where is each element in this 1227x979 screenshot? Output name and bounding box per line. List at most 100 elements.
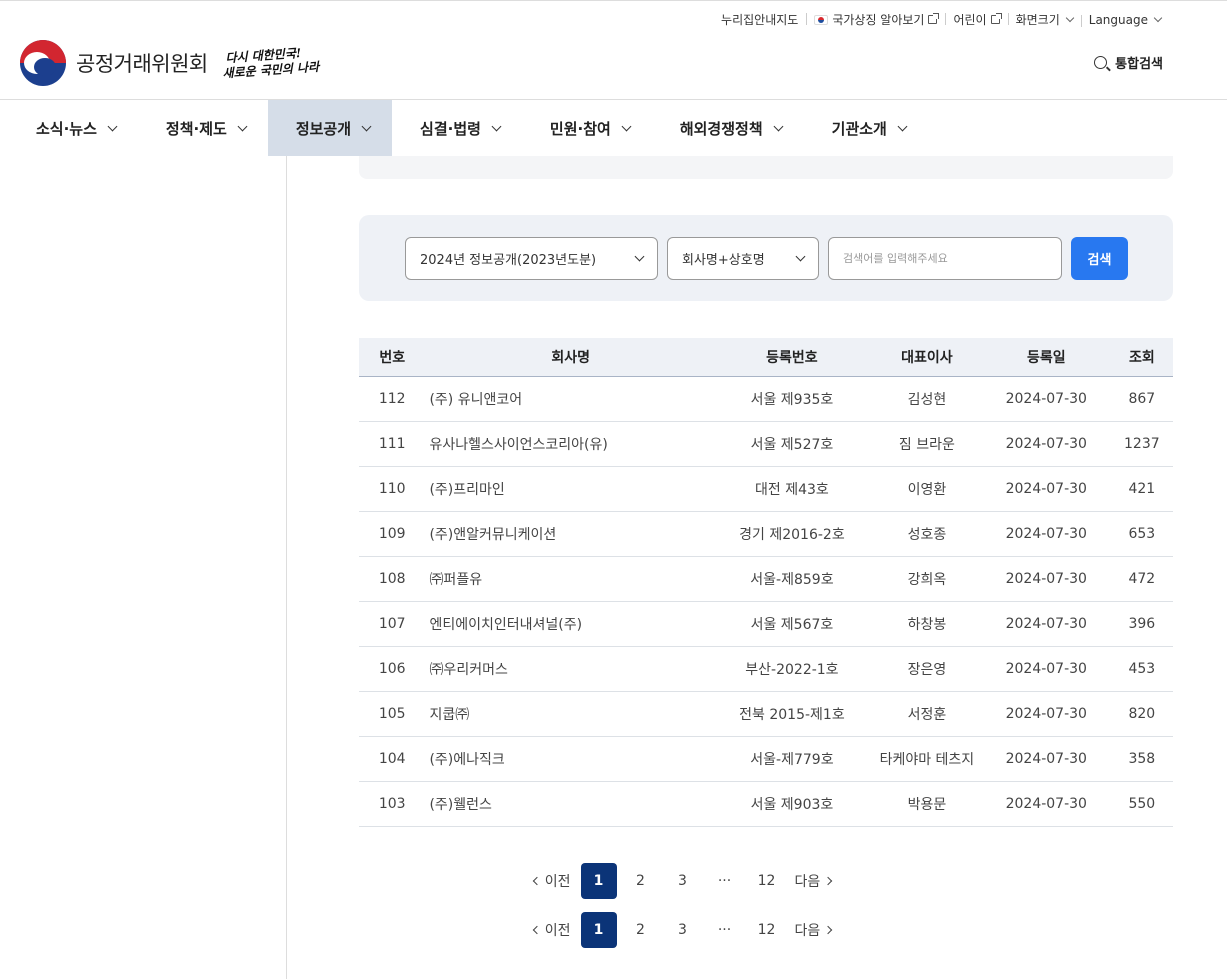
registration-number: 대전 제43호 <box>711 466 872 512</box>
org-name: 공정거래위원회 <box>76 52 208 76</box>
company-name-link[interactable]: 유사나헬스사이언스코리아(유) <box>425 421 712 467</box>
table-row[interactable]: 108 ㈜퍼플유 서울-제859호 강희옥 2024-07-30 472 <box>359 556 1173 602</box>
font-size-dropdown[interactable]: 화면크기 <box>1007 11 1081 28</box>
next-page-button[interactable]: 다음 <box>791 863 836 899</box>
ceo-name: 하창봉 <box>871 601 982 647</box>
registration-number: 서울 제903호 <box>711 781 872 827</box>
external-link-icon <box>928 13 940 24</box>
row-number: 107 <box>359 601 426 647</box>
company-name-link[interactable]: (주)웰런스 <box>425 781 712 827</box>
language-dropdown[interactable]: Language <box>1080 13 1169 27</box>
slogan: 다시 대한민국! 새로운 국민의 나라 <box>221 45 320 81</box>
site-logo[interactable]: 공정거래위원회 다시 대한민국! 새로운 국민의 나라 <box>20 40 320 86</box>
kids-link[interactable]: 어린이 <box>945 11 1007 28</box>
page-button[interactable]: 12 <box>749 863 785 899</box>
table-row[interactable]: 106 ㈜우리커머스 부산-2022-1호 장은영 2024-07-30 453 <box>359 646 1173 692</box>
view-count: 1237 <box>1110 421 1173 467</box>
registration-date: 2024-07-30 <box>981 376 1111 422</box>
external-link-icon <box>990 13 1002 24</box>
company-name-link[interactable]: (주)앤알커뮤니케이션 <box>425 511 712 557</box>
table-row[interactable]: 112 (주) 유니앤코어 서울 제935호 김성현 2024-07-30 867 <box>359 376 1173 422</box>
row-number: 105 <box>359 691 426 737</box>
sitemap-link[interactable]: 누리집안내지도 <box>713 11 806 28</box>
chevron-left-icon <box>532 925 541 935</box>
prev-page-button[interactable]: 이전 <box>530 863 575 899</box>
nav-civil[interactable]: 민원·참여 <box>522 100 652 156</box>
table-row[interactable]: 111 유사나헬스사이언스코리아(유) 서울 제527호 짐 브라운 2024-07-3… <box>359 421 1173 467</box>
company-name-link[interactable]: (주)에나직크 <box>425 736 712 782</box>
view-count: 358 <box>1110 736 1173 782</box>
view-count: 453 <box>1110 646 1173 692</box>
nav-policy[interactable]: 정책·제도 <box>138 100 268 156</box>
registration-date: 2024-07-30 <box>981 511 1111 557</box>
registration-date: 2024-07-30 <box>981 781 1111 827</box>
view-count: 396 <box>1110 601 1173 647</box>
registration-date: 2024-07-30 <box>981 421 1111 467</box>
ceo-name: 강희옥 <box>871 556 982 602</box>
registration-number: 서울-제779호 <box>711 736 872 782</box>
prev-page-button[interactable]: 이전 <box>530 912 575 948</box>
chevron-down-icon <box>621 121 632 131</box>
page-ellipsis: ··· <box>717 873 732 889</box>
col-ceo: 대표이사 <box>871 338 982 377</box>
table-row[interactable]: 109 (주)앤알커뮤니케이션 경기 제2016-2호 성호종 2024-07-30 65… <box>359 511 1173 557</box>
ceo-name: 김성현 <box>871 376 982 422</box>
nav-news[interactable]: 소식·뉴스 <box>0 100 138 156</box>
year-select[interactable]: 2024년 정보공개(2023년도분) <box>405 237 658 280</box>
search-input[interactable] <box>828 237 1062 280</box>
search-button[interactable]: 검색 <box>1071 237 1128 280</box>
view-count: 653 <box>1110 511 1173 557</box>
ceo-name: 성호종 <box>871 511 982 557</box>
ceo-name: 박용문 <box>871 781 982 827</box>
row-number: 108 <box>359 556 426 602</box>
nav-disclosure[interactable]: 정보공개 <box>267 100 393 156</box>
chevron-right-icon <box>824 925 833 935</box>
national-symbols-link[interactable]: 국가상징 알아보기 <box>806 11 945 28</box>
table-row[interactable]: 105 지쿱㈜ 전북 2015-제1호 서정훈 2024-07-30 820 <box>359 691 1173 737</box>
registration-date: 2024-07-30 <box>981 646 1111 692</box>
registration-date: 2024-07-30 <box>981 601 1111 647</box>
table-row[interactable]: 103 (주)웰런스 서울 제903호 박용문 2024-07-30 550 <box>359 781 1173 827</box>
search-icon <box>1094 56 1108 69</box>
chevron-down-icon <box>491 121 502 131</box>
ceo-name: 타케야마 테츠지 <box>871 736 982 782</box>
page-button[interactable]: 2 <box>623 863 659 899</box>
registration-number: 서울 제527호 <box>711 421 872 467</box>
page-button[interactable]: 2 <box>623 912 659 948</box>
table-row[interactable]: 107 엔티에이치인터내셔널(주) 서울 제567호 하창봉 2024-07-30 396 <box>359 601 1173 647</box>
table-row[interactable]: 104 (주)에나직크 서울-제779호 타케야마 테츠지 2024-07-30 358 <box>359 736 1173 782</box>
integrated-search-button[interactable]: 통합검색 <box>1094 53 1163 72</box>
chevron-down-icon <box>237 121 248 131</box>
search-field-select[interactable]: 회사명+상호명 <box>667 237 819 280</box>
page-button[interactable]: 12 <box>749 912 785 948</box>
registration-number: 서울 제935호 <box>711 376 872 422</box>
chevron-down-icon <box>1153 13 1163 23</box>
company-name-link[interactable]: 엔티에이치인터내셔널(주) <box>425 601 712 647</box>
company-name-link[interactable]: (주) 유니앤코어 <box>425 376 712 422</box>
ceo-name: 서정훈 <box>871 691 982 737</box>
row-number: 103 <box>359 781 426 827</box>
pagination: 이전 1 2 3 ··· 12 다음 <box>0 863 1227 899</box>
page-button-current[interactable]: 1 <box>580 863 617 899</box>
page-button-current[interactable]: 1 <box>580 912 617 948</box>
col-registration: 등록번호 <box>711 338 872 377</box>
nav-about[interactable]: 기관소개 <box>804 100 928 156</box>
registration-number: 경기 제2016-2호 <box>711 511 872 557</box>
view-count: 820 <box>1110 691 1173 737</box>
page-ellipsis: ··· <box>717 922 732 938</box>
table-row[interactable]: 110 (주)프리마인 대전 제43호 이영환 2024-07-30 421 <box>359 466 1173 512</box>
registration-number: 전북 2015-제1호 <box>711 691 872 737</box>
registration-number: 부산-2022-1호 <box>711 646 872 692</box>
company-name-link[interactable]: ㈜퍼플유 <box>425 556 712 602</box>
company-name-link[interactable]: (주)프리마인 <box>425 466 712 512</box>
chevron-left-icon <box>532 876 541 886</box>
nav-international[interactable]: 해외경쟁정책 <box>652 100 804 156</box>
registration-date: 2024-07-30 <box>981 466 1111 512</box>
col-views: 조회 <box>1110 338 1173 377</box>
next-page-button[interactable]: 다음 <box>791 912 836 948</box>
page-button[interactable]: 3 <box>665 912 701 948</box>
nav-decisions-law[interactable]: 심결·법령 <box>392 100 522 156</box>
page-button[interactable]: 3 <box>665 863 701 899</box>
company-name-link[interactable]: 지쿱㈜ <box>425 691 712 737</box>
company-name-link[interactable]: ㈜우리커머스 <box>425 646 712 692</box>
